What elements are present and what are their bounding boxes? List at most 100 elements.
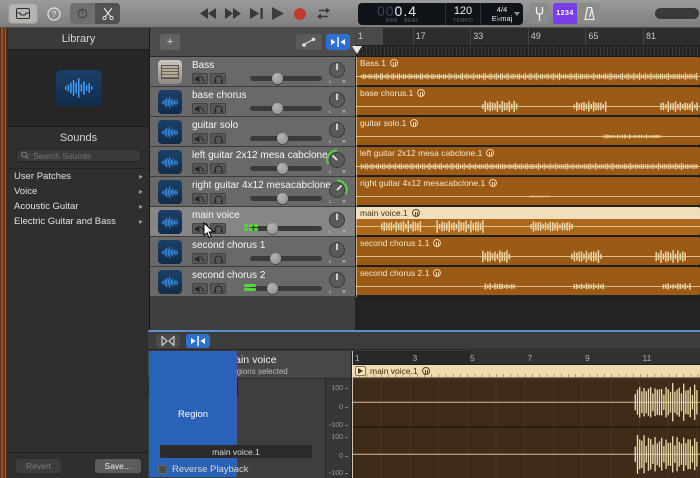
save-button[interactable]: Save... [95,459,141,473]
pan-knob[interactable]: L R [324,119,350,145]
pan-knob[interactable]: L R [324,209,350,235]
volume-slider[interactable] [250,136,322,141]
pan-knob[interactable]: L R [324,149,350,175]
followed-tempo-icon [433,269,441,277]
track-row[interactable]: left guitar 2x12 mesa cabclone L R [150,147,355,177]
pan-knob[interactable]: L R [324,59,350,85]
audio-region[interactable]: second chorus 2.1 [356,267,700,295]
track-row[interactable]: main voice L R [150,207,355,237]
volume-thumb[interactable] [267,223,278,234]
pan-knob[interactable]: L R [324,239,350,265]
mute-button[interactable] [192,283,208,294]
automation-button[interactable] [296,34,322,50]
volume-slider[interactable] [250,256,322,261]
library-list-item[interactable]: Electric Guitar and Bass ▸ [8,214,149,229]
solo-button[interactable] [210,253,226,264]
editor-region-strip[interactable]: main voice.1 [352,365,700,378]
volume-slider[interactable] [250,286,322,291]
mute-button[interactable] [192,193,208,204]
solo-button[interactable] [210,73,226,84]
volume-slider[interactable] [250,226,322,231]
volume-thumb[interactable] [270,253,281,264]
volume-thumb[interactable] [272,73,283,84]
reverse-playback-checkbox[interactable] [158,465,167,474]
audio-region[interactable]: left guitar 2x12 mesa cabclone.1 [356,147,700,175]
library-list-item[interactable]: User Patches ▸ [8,169,149,184]
audio-region[interactable]: Bass.1 [356,57,700,85]
mute-button[interactable] [192,163,208,174]
editor-ruler[interactable]: 1357911 [352,351,700,365]
track-row[interactable]: Bass L R [150,57,355,87]
playhead-handle[interactable] [352,46,362,54]
editor-catch-playhead-button[interactable] [186,334,210,348]
quick-help-button[interactable]: ? [42,3,66,24]
solo-button[interactable] [210,133,226,144]
library-toggle-button[interactable] [8,3,38,24]
audio-waveform-icon [160,156,180,169]
lcd-display[interactable]: 000.4 BAR BEAT 120 TEMPO 4/4 E♭maj [358,3,523,25]
audio-region[interactable]: main voice.1 [356,207,700,235]
volume-thumb[interactable] [277,133,288,144]
main-ruler[interactable]: 11733496581 [355,28,700,46]
catch-playhead-button[interactable] [326,34,350,50]
tab-region[interactable]: Region [149,351,237,477]
mouse-cursor [203,222,215,239]
lcd-chevron-down-icon[interactable] [514,12,520,16]
solo-button[interactable] [210,193,226,204]
solo-button[interactable] [210,283,226,294]
mute-button[interactable] [192,133,208,144]
track-row[interactable]: second chorus 1 L R [150,237,355,267]
volume-slider[interactable] [250,196,322,201]
volume-thumb[interactable] [267,283,278,294]
volume-slider[interactable] [250,106,322,111]
svg-text:R: R [343,259,347,264]
smart-controls-button[interactable] [70,3,95,24]
pan-knob[interactable]: L R [324,89,350,115]
volume-thumb[interactable] [272,103,283,114]
tuner-button[interactable] [529,3,549,24]
library-list-item[interactable]: Voice ▸ [8,184,149,199]
search-sounds-field[interactable] [16,149,141,162]
metronome-button[interactable] [578,3,600,24]
skip-to-end-button[interactable] [250,8,263,19]
search-input[interactable] [33,151,136,161]
editor-waveform-display[interactable] [352,379,700,478]
audio-region[interactable]: second chorus 1.1 [356,237,700,265]
region-name-field[interactable]: main voice.1 [160,445,312,458]
record-button[interactable] [293,7,307,21]
play-button[interactable] [272,7,284,20]
region-name: Bass.1 [360,58,386,68]
track-row[interactable]: second chorus 2 L R [150,267,355,297]
rewind-button[interactable] [200,8,216,19]
fast-forward-button[interactable] [225,8,241,19]
volume-thumb[interactable] [277,193,288,204]
track-row[interactable]: guitar solo L R [150,117,355,147]
flex-time-button[interactable] [156,334,180,348]
mute-button[interactable] [192,253,208,264]
library-list-item[interactable]: Acoustic Guitar ▸ [8,199,149,214]
pan-knob[interactable]: L R [324,179,350,205]
region-play-icon[interactable] [355,366,366,376]
cycle-button[interactable] [316,7,331,20]
flex-time-icon [161,336,175,346]
volume-thumb[interactable] [277,163,288,174]
solo-button[interactable] [210,103,226,114]
mute-button[interactable] [192,73,208,84]
region-waveform [356,219,700,234]
audio-region[interactable]: guitar solo.1 [356,117,700,145]
mute-button[interactable] [192,103,208,114]
editors-button[interactable] [95,3,120,24]
pan-knob[interactable]: L R [324,269,350,295]
master-volume-slider[interactable] [655,8,699,19]
audio-region[interactable]: base chorus.1 [356,87,700,115]
volume-slider[interactable] [250,76,322,81]
add-track-button[interactable]: + [160,34,180,50]
solo-button[interactable] [210,163,226,174]
ruler-beat-strip[interactable] [355,46,700,57]
track-row[interactable]: base chorus L R [150,87,355,117]
volume-slider[interactable] [250,166,322,171]
revert-button[interactable]: Revert [16,459,61,473]
audio-region[interactable]: right guitar 4x12 mesacabclone.1 [356,177,700,205]
track-row[interactable]: right guitar 4x12 mesacabclone L R [150,177,355,207]
count-in-button[interactable]: 1234 [553,3,577,24]
